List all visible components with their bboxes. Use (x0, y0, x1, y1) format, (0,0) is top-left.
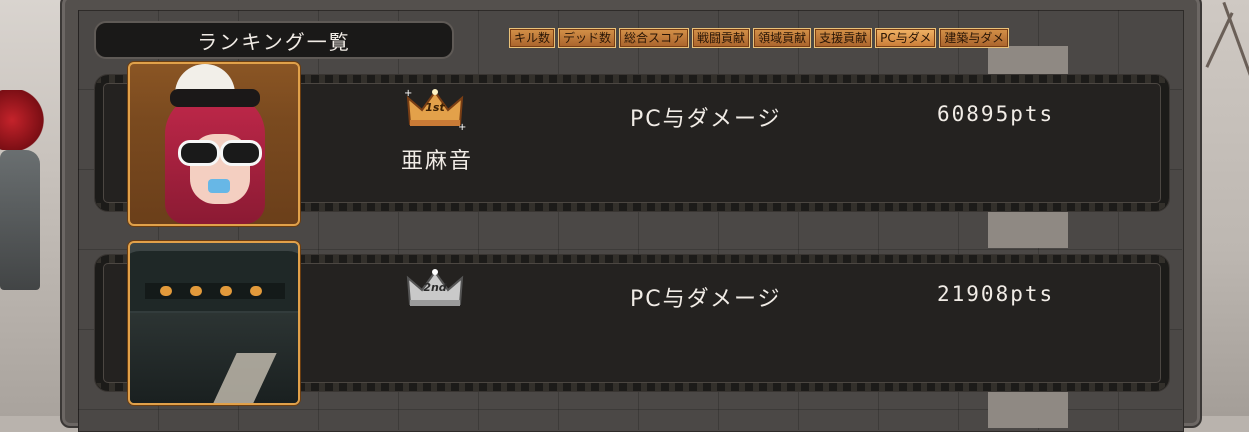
player-portrait-2[interactable] (128, 241, 300, 405)
background-character-body (0, 150, 40, 290)
tree-branch (1222, 1, 1249, 79)
ranking-score: 60895pts (937, 102, 1055, 126)
tab-building-damage[interactable]: 建築与ダメ (939, 28, 1009, 48)
tab-pc-damage[interactable]: PC与ダメ (875, 28, 937, 48)
tab-deaths[interactable]: デッド数 (558, 28, 617, 48)
rank-label: 2nd (423, 281, 447, 294)
svg-text:+: + (404, 88, 412, 99)
rank-badge-1: + + 1st (400, 86, 470, 133)
category-tabs: キル数 デッド数 総合スコア 戦闘貢献 領域貢献 支援貢献 PC与ダメ 建築与ダ… (509, 28, 1009, 48)
player-portrait-1[interactable] (128, 62, 300, 226)
ranking-score: 21908pts (937, 282, 1055, 306)
grid-highlight (988, 392, 1068, 428)
portrait-hat (130, 251, 298, 311)
svg-text:+: + (458, 122, 466, 130)
window-title: ランキング一覧 (94, 21, 454, 59)
grid-highlight (988, 212, 1068, 248)
ranking-category: PC与ダメージ (630, 107, 782, 132)
tab-total-score[interactable]: 総合スコア (619, 28, 690, 48)
background-character (0, 90, 45, 150)
tab-combat-contribution[interactable]: 戦闘貢献 (692, 28, 751, 48)
hat-gem (220, 286, 232, 296)
portrait-bow (208, 179, 230, 193)
ranking-category: PC与ダメージ (630, 287, 782, 312)
tree-branch (1205, 12, 1234, 68)
player-name: 亜麻音 (400, 149, 473, 174)
tab-territory-contribution[interactable]: 領域貢献 (753, 28, 812, 48)
rank-badge-2: 2nd (400, 266, 470, 310)
portrait-headband (170, 89, 260, 107)
hat-gem (190, 286, 202, 296)
tab-kills[interactable]: キル数 (509, 28, 556, 48)
portrait-glasses (178, 140, 262, 166)
game-world-left (0, 0, 60, 416)
tab-support-contribution[interactable]: 支援貢献 (814, 28, 873, 48)
hat-gem (250, 286, 262, 296)
rank-label: 1st (425, 101, 445, 114)
hat-gem (160, 286, 172, 296)
